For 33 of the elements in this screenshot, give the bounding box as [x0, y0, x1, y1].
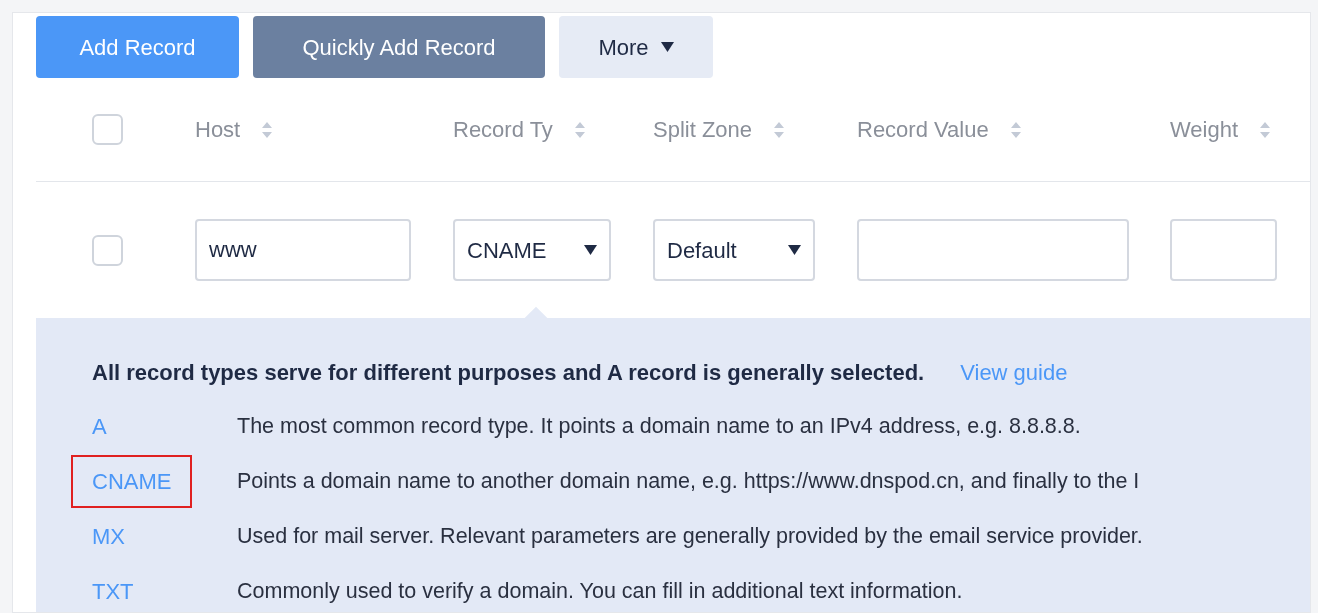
record-type-link[interactable]: MX — [71, 510, 146, 563]
record-type-link[interactable]: CNAME — [71, 455, 193, 508]
sort-icon[interactable] — [574, 121, 585, 138]
quickly-add-record-button[interactable]: Quickly Add Record — [253, 16, 545, 78]
column-header: Split Zone — [653, 116, 753, 144]
caret-icon — [660, 42, 674, 52]
column-header: Record Ty — [453, 116, 553, 144]
type-description: Used for mail server. Relevant parameters are generally provided by the email service provider. — [237, 523, 1143, 551]
sort-icon[interactable] — [774, 121, 785, 138]
record-type-link[interactable]: A — [71, 400, 128, 453]
type-description: The most common record type. It points a domain name to an IPv4 address, e.g. 8.8.8.8. — [237, 413, 1081, 441]
more-button[interactable]: More — [559, 16, 713, 78]
type-description: Points a domain name to another domain name, e.g. https://www.dnspod.cn, and finally to the I — [237, 468, 1140, 496]
select-field[interactable]: Default — [653, 219, 815, 281]
column-header: Host — [195, 116, 241, 144]
host-field[interactable]: www — [195, 219, 411, 281]
sort-icon[interactable] — [262, 121, 273, 138]
view-guide-link[interactable]: View guide — [960, 356, 1068, 389]
record-value-field[interactable] — [857, 219, 1129, 281]
add-record-button[interactable]: Add Record — [36, 16, 239, 78]
column-header: Record Value — [857, 116, 989, 144]
weight-field[interactable] — [1170, 219, 1277, 281]
select-field[interactable]: CNAME — [453, 219, 611, 281]
type-description: Commonly used to verify a domain. You can fill in additional text information. — [237, 578, 963, 606]
record-type-link[interactable]: TXT — [71, 565, 155, 612]
checkbox[interactable] — [92, 234, 123, 266]
caret-icon — [788, 245, 801, 255]
column-header: Weight — [1170, 116, 1239, 144]
help-title: All record types serve for different purposes and A record is generally selected. — [92, 359, 925, 387]
checkbox[interactable] — [92, 114, 123, 145]
sort-icon[interactable] — [1260, 121, 1271, 138]
sort-icon[interactable] — [1010, 121, 1021, 138]
caret-icon — [584, 245, 597, 255]
